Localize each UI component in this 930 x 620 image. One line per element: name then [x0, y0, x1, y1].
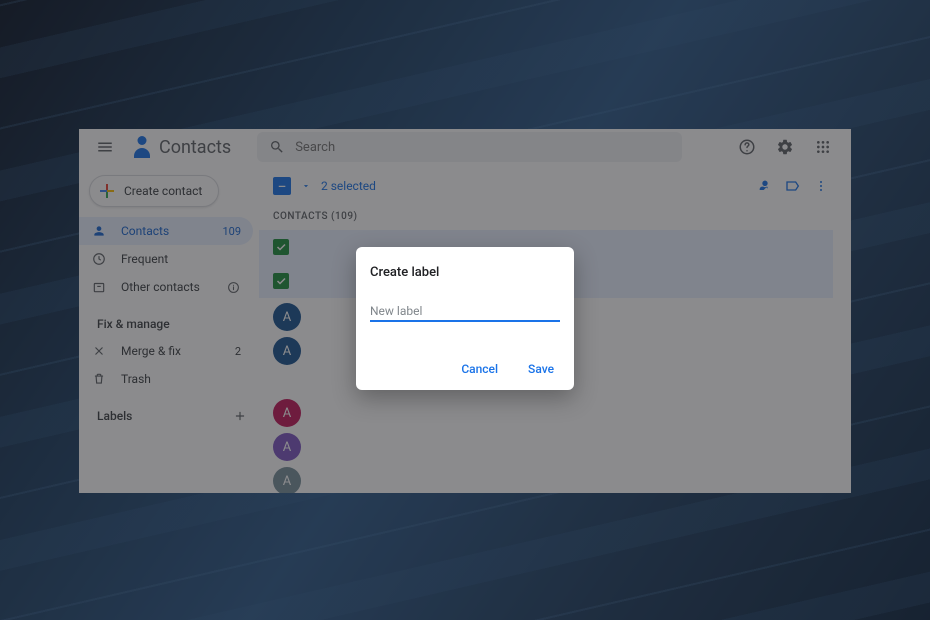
- create-label-dialog: Create label Cancel Save: [356, 247, 574, 390]
- dialog-title: Create label: [370, 265, 560, 280]
- cancel-button[interactable]: Cancel: [455, 358, 504, 380]
- label-name-input[interactable]: [370, 302, 560, 322]
- save-button[interactable]: Save: [522, 358, 560, 380]
